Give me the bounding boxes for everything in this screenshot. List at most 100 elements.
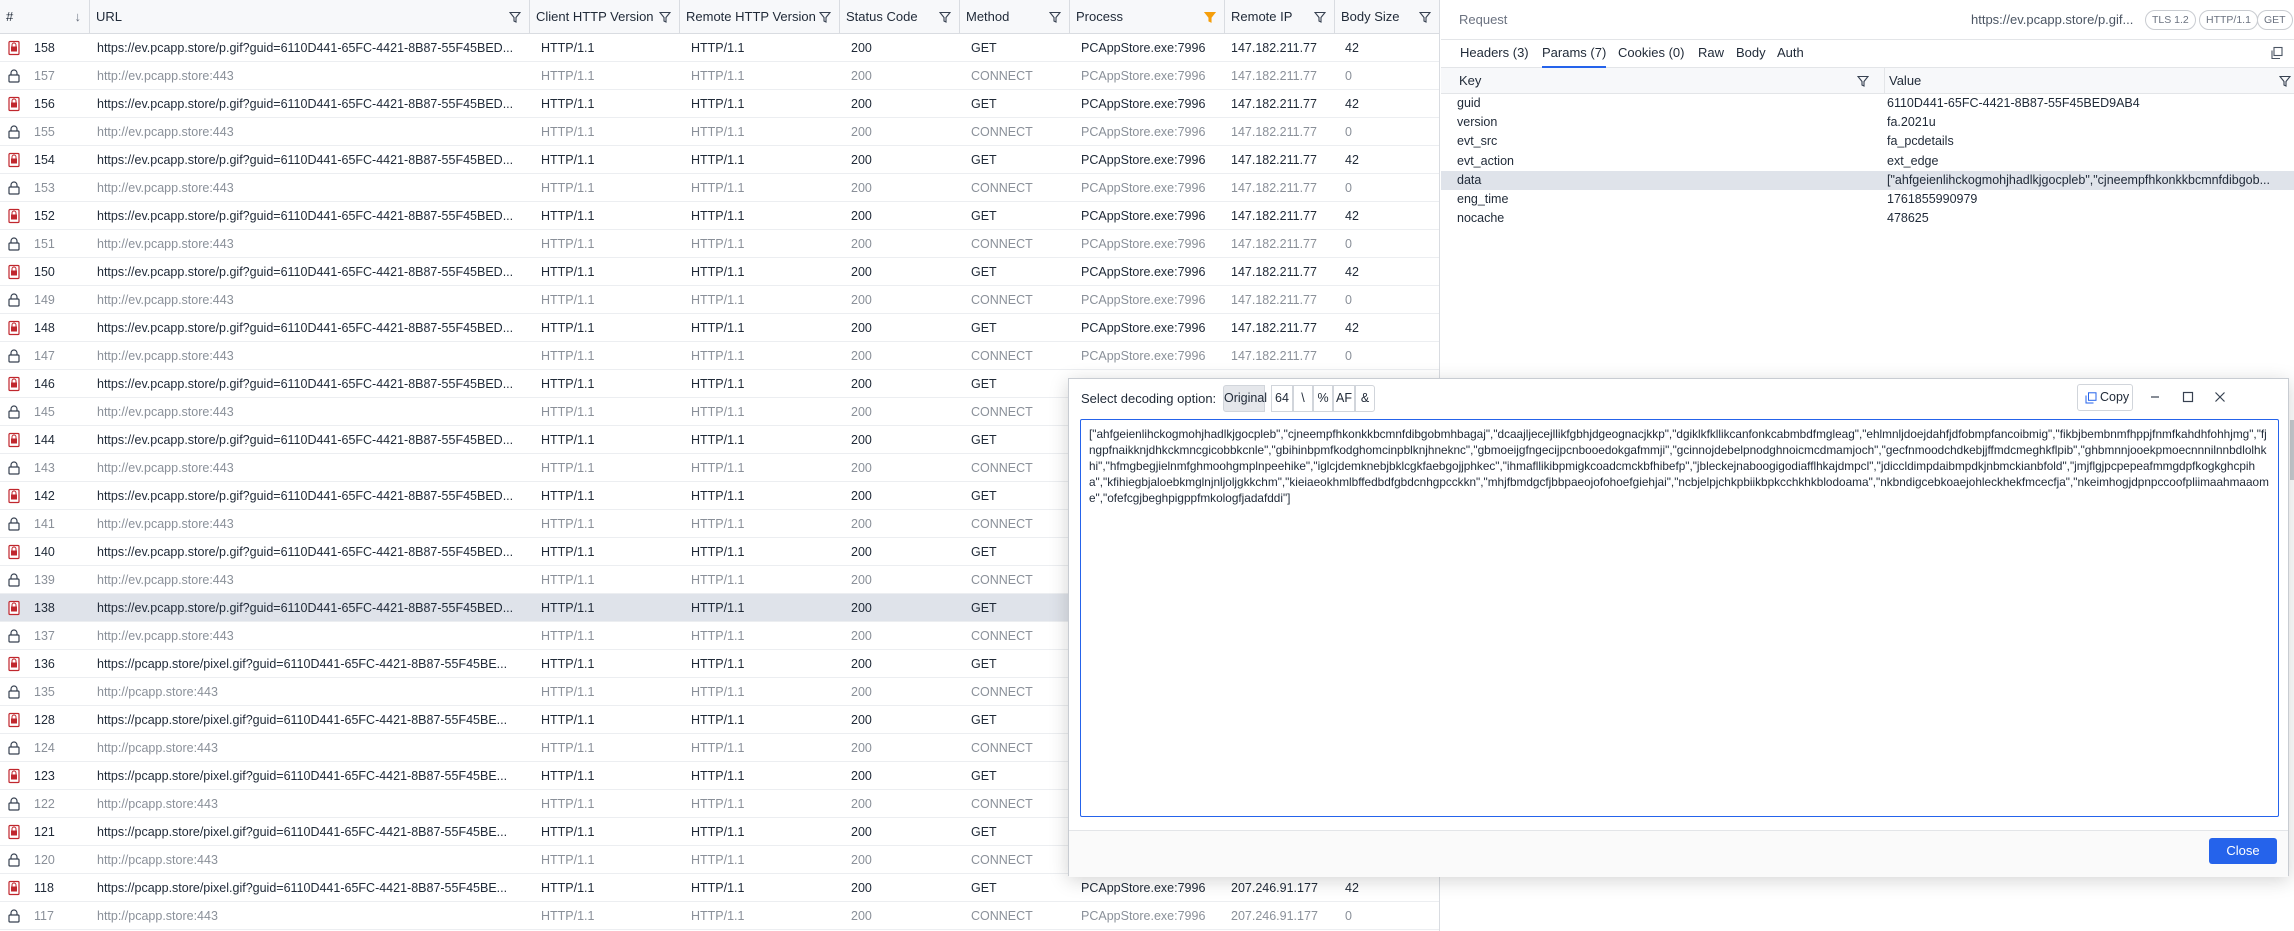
- table-row[interactable]: 153 http://ev.pcapp.store:443 HTTP/1.1 HTTP…: [0, 174, 1439, 202]
- row-number: 121: [34, 825, 55, 839]
- filter-icon[interactable]: [1419, 11, 1431, 23]
- filter-icon[interactable]: [2279, 75, 2291, 87]
- filter-icon[interactable]: [1049, 11, 1061, 23]
- column-header-process[interactable]: Process: [1070, 0, 1225, 34]
- table-row[interactable]: 148 https://ev.pcapp.store/p.gif?guid=611…: [0, 314, 1439, 342]
- param-row[interactable]: eng_time 1761855990979: [1441, 190, 2294, 209]
- row-url: https://ev.pcapp.store/p.gif?guid=6110D4…: [97, 545, 514, 559]
- column-header-body-size[interactable]: Body Size: [1335, 0, 1439, 34]
- param-row[interactable]: evt_action ext_edge: [1441, 152, 2294, 171]
- maximize-icon[interactable]: [2180, 389, 2196, 405]
- row-process: PCAppStore.exe:7996: [1081, 181, 1206, 195]
- row-number: 146: [34, 377, 55, 391]
- row-method: GET: [971, 97, 997, 111]
- row-method: CONNECT: [971, 293, 1033, 307]
- tab-raw[interactable]: Raw: [1698, 40, 1724, 68]
- row-url: https://pcapp.store/pixel.gif?guid=6110D…: [97, 713, 508, 727]
- row-number: 156: [34, 97, 55, 111]
- table-row[interactable]: 149 http://ev.pcapp.store:443 HTTP/1.1 HTTP…: [0, 286, 1439, 314]
- option-backslash[interactable]: \: [1293, 385, 1313, 412]
- table-row[interactable]: 152 https://ev.pcapp.store/p.gif?guid=611…: [0, 202, 1439, 230]
- row-body-size: 42: [1345, 153, 1359, 167]
- tab-body[interactable]: Body: [1736, 40, 1766, 68]
- row-remote-http: HTTP/1.1: [691, 41, 745, 55]
- param-row[interactable]: data ["ahfgeienlihckogmohjhadlkjgocpleb",…: [1441, 170, 2294, 190]
- https-request-icon: [8, 432, 20, 448]
- filter-icon[interactable]: [1314, 11, 1326, 23]
- row-status: 200: [851, 601, 872, 615]
- table-row[interactable]: 118 https://pcapp.store/pixel.gif?guid=61…: [0, 874, 1439, 902]
- option-percent[interactable]: %: [1313, 385, 1333, 412]
- row-remote-http: HTTP/1.1: [691, 909, 745, 923]
- minimize-icon[interactable]: [2147, 389, 2163, 405]
- row-client-http: HTTP/1.1: [541, 41, 595, 55]
- row-url: http://pcapp.store:443: [97, 741, 218, 755]
- row-number: 149: [34, 293, 55, 307]
- https-request-icon: [8, 40, 20, 56]
- table-row[interactable]: 151 http://ev.pcapp.store:443 HTTP/1.1 HTTP…: [0, 230, 1439, 258]
- sort-down-icon[interactable]: ↓: [75, 0, 82, 34]
- tab-headers[interactable]: Headers (3): [1460, 40, 1529, 68]
- column-header-status[interactable]: Status Code: [840, 0, 960, 34]
- inspector-scrollbar[interactable]: [2290, 420, 2294, 480]
- option-ampersand[interactable]: &: [1355, 385, 1375, 412]
- option-base64[interactable]: 64: [1271, 385, 1293, 412]
- table-row[interactable]: 150 https://ev.pcapp.store/p.gif?guid=611…: [0, 258, 1439, 286]
- row-status: 200: [851, 769, 872, 783]
- row-number: 141: [34, 517, 55, 531]
- app-root: # ↓ URL Client HTTP Version Remote HTTP …: [0, 0, 2294, 931]
- row-url: http://ev.pcapp.store:443: [97, 349, 234, 363]
- tab-auth[interactable]: Auth: [1777, 40, 1804, 68]
- column-header-remote-http[interactable]: Remote HTTP Version: [680, 0, 840, 34]
- table-row[interactable]: 147 http://ev.pcapp.store:443 HTTP/1.1 HTTP…: [0, 342, 1439, 370]
- close-button[interactable]: Close: [2209, 838, 2277, 864]
- table-row[interactable]: 154 https://ev.pcapp.store/p.gif?guid=611…: [0, 146, 1439, 174]
- filter-icon[interactable]: [819, 11, 831, 23]
- table-row[interactable]: 156 https://ev.pcapp.store/p.gif?guid=611…: [0, 90, 1439, 118]
- filter-icon[interactable]: [1857, 75, 1869, 87]
- table-row[interactable]: 157 http://ev.pcapp.store:443 HTTP/1.1 HTTP…: [0, 62, 1439, 90]
- row-remote-ip: 207.246.91.177: [1231, 881, 1318, 895]
- option-af[interactable]: AF: [1333, 385, 1355, 412]
- lock-icon: [8, 237, 20, 251]
- row-number: 147: [34, 349, 55, 363]
- lock-icon: [8, 405, 20, 419]
- close-icon[interactable]: [2212, 389, 2228, 405]
- tab-cookies[interactable]: Cookies (0): [1618, 40, 1684, 68]
- filter-icon[interactable]: [659, 11, 671, 23]
- row-client-http: HTTP/1.1: [541, 685, 595, 699]
- row-status: 200: [851, 293, 872, 307]
- lock-icon: [8, 573, 20, 587]
- column-header-number[interactable]: # ↓: [0, 0, 90, 34]
- option-original[interactable]: Original: [1223, 385, 1267, 412]
- param-row[interactable]: version fa.2021u: [1441, 113, 2294, 132]
- copy-icon[interactable]: [2270, 46, 2284, 60]
- filter-active-icon[interactable]: [1204, 11, 1216, 23]
- filter-icon[interactable]: [939, 11, 951, 23]
- param-key: nocache: [1457, 211, 1505, 226]
- row-remote-http: HTTP/1.1: [691, 573, 745, 587]
- param-row[interactable]: nocache 478625: [1441, 209, 2294, 228]
- table-row[interactable]: 117 http://pcapp.store:443 HTTP/1.1 HTTP/1.…: [0, 902, 1439, 930]
- row-url: http://pcapp.store:443: [97, 797, 218, 811]
- copy-icon: [2085, 392, 2097, 404]
- column-header-client-http[interactable]: Client HTTP Version: [530, 0, 680, 34]
- table-row[interactable]: 155 http://ev.pcapp.store:443 HTTP/1.1 HTTP…: [0, 118, 1439, 146]
- row-status: 200: [851, 853, 872, 867]
- param-key: evt_action: [1457, 153, 1514, 168]
- http-version-badge: HTTP/1.1: [2199, 10, 2258, 30]
- param-row[interactable]: evt_src fa_pcdetails: [1441, 132, 2294, 151]
- filter-icon[interactable]: [509, 11, 521, 23]
- row-remote-ip: 147.182.211.77: [1231, 125, 1317, 139]
- decoded-text-area[interactable]: ["ahfgeienlihckogmohjhadlkjgocpleb","cjn…: [1080, 419, 2279, 817]
- row-status: 200: [851, 489, 872, 503]
- lock-icon: [8, 853, 20, 867]
- table-row[interactable]: 158 https://ev.pcapp.store/p.gif?guid=611…: [0, 34, 1439, 62]
- column-header-remote-ip[interactable]: Remote IP: [1225, 0, 1335, 34]
- row-status: 200: [851, 97, 872, 111]
- column-header-url[interactable]: URL: [90, 0, 530, 34]
- copy-button[interactable]: Copy: [2077, 384, 2133, 411]
- tab-params[interactable]: Params (7): [1542, 40, 1607, 68]
- param-row[interactable]: guid 6110D441-65FC-4421-8B87-55F45BED9AB4: [1441, 94, 2294, 113]
- column-header-method[interactable]: Method: [960, 0, 1070, 34]
